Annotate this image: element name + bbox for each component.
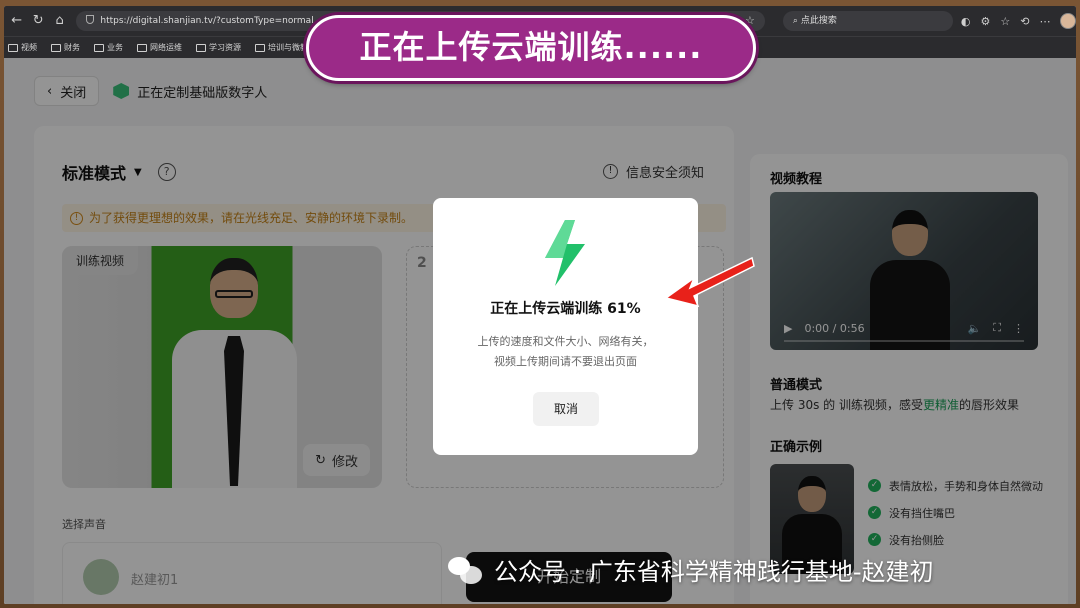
settings-icon[interactable]: ⚙ [980,15,990,28]
watermark: 公众号 · 广东省科学精神践行基地-赵建初 [448,552,934,587]
bookmark-label: 培训与微教 [268,43,308,52]
folder-icon [51,43,61,52]
folder-icon [255,43,265,52]
url-text: https://digital.shanjian.tv/?customType=… [100,16,314,26]
favorites-icon[interactable]: ☆ [1000,15,1010,28]
red-arrow-annotation [664,256,755,308]
bookmark-label: 财务 [64,43,80,52]
watermark-text: 公众号 · 广东省科学精神践行基地-赵建初 [494,558,934,586]
folder-icon [137,43,147,52]
extension-icon[interactable]: ◐ [961,15,971,28]
home-icon[interactable]: ⌂ [51,12,68,30]
bookmark-item[interactable]: 网络运维 [137,42,182,53]
cancel-button[interactable]: 取消 [533,392,599,426]
search-input[interactable]: ⌕ 点此搜索 [782,11,953,31]
bookmark-label: 学习资源 [209,43,241,52]
screen: ← ↻ ⌂ https://digital.shanjian.tv/?custo… [4,6,1076,604]
profile-avatar[interactable] [1060,13,1076,29]
folder-icon [8,43,18,52]
menu-icon[interactable]: ⋯ [1039,15,1050,28]
dialog-title: 正在上传云端训练 61% [490,301,641,317]
dialog-desc-line: 视频上传期间请不要退出页面 [494,355,637,368]
wechat-icon [448,555,484,585]
reload-icon[interactable]: ↻ [29,12,46,30]
browser-tools: ◐ ⚙ ☆ ⟲ ⋯ [961,15,1051,28]
back-icon[interactable]: ← [8,12,25,30]
search-placeholder: 点此搜索 [800,16,837,26]
bookmark-label: 业务 [107,43,123,52]
bookmark-label: 网络运维 [150,43,182,52]
dialog-desc: 上传的速度和文件大小、网络有关， 视频上传期间请不要退出页面 [433,332,698,372]
folder-icon [196,43,206,52]
shield-icon [86,15,95,24]
history-icon[interactable]: ⟲ [1020,15,1029,28]
dialog-desc-line: 上传的速度和文件大小、网络有关， [477,335,654,348]
bookmark-item[interactable]: 财务 [51,42,80,53]
folder-icon [94,43,104,52]
bookmark-item[interactable]: 培训与微教 [255,42,308,53]
bookmark-item[interactable]: 学习资源 [196,42,241,53]
bookmark-item[interactable]: 视频 [8,42,37,53]
upload-dialog: 正在上传云端训练 61% 上传的速度和文件大小、网络有关， 视频上传期间请不要退… [433,198,698,455]
lightning-icon [545,220,585,286]
caption-banner: 正在上传云端训练...... [306,15,756,81]
bookmark-label: 视频 [21,43,37,52]
bookmark-item[interactable]: 业务 [94,42,123,53]
